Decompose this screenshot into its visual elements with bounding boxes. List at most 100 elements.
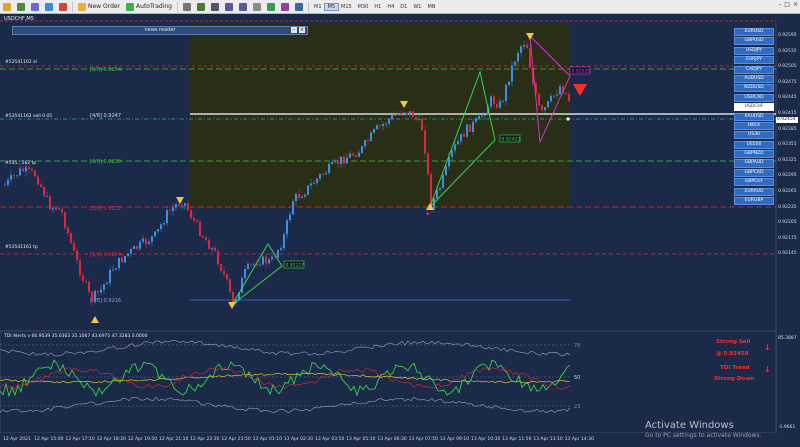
profiles-icon[interactable] — [28, 1, 42, 13]
save-icon[interactable] — [14, 1, 28, 13]
timeframe-m5[interactable]: M5 — [323, 2, 339, 11]
mt4-window: New Order AutoTrading M1 M5 M15 M30 H1 H4 D1 W1… — [0, 0, 800, 447]
price-tick-label: 0.92145 — [778, 251, 797, 257]
candle-body — [181, 205, 183, 207]
autotrading-label: AutoTrading — [136, 3, 172, 10]
symbol-button-cadjpy[interactable]: CADJPY — [734, 65, 774, 74]
news-close-icon[interactable]: × — [299, 27, 305, 33]
symbol-button-eurgbp[interactable]: EURGBP — [734, 197, 774, 206]
timeframe-h4[interactable]: H4 — [384, 4, 397, 10]
price-tick-label: 0.92355 — [778, 142, 797, 148]
candle-body — [223, 270, 225, 275]
candle-body — [556, 94, 558, 96]
timeframe-h1[interactable]: H1 — [371, 4, 384, 10]
candle-body — [196, 220, 198, 223]
symbol-button-gbpcad[interactable]: GBPCAD — [734, 168, 774, 177]
time-tick-label: 13 Apr 03:50 — [315, 437, 345, 442]
candle-body — [568, 94, 570, 102]
candle-body — [502, 100, 504, 102]
bar-chart-icon[interactable] — [180, 1, 194, 13]
symbol-button-hkex[interactable]: HKEX — [734, 121, 774, 130]
time-tick-label: 12 Apr 15:00 — [34, 437, 64, 442]
candle-body — [484, 114, 486, 116]
candle-body — [172, 207, 174, 211]
timeframe-w1[interactable]: W1 — [410, 4, 424, 10]
candle-body — [400, 113, 402, 115]
candle-body — [346, 157, 348, 164]
price-dot-icon — [566, 117, 570, 121]
symbol-button-us30[interactable]: US30 — [734, 131, 774, 140]
timeframe-m1[interactable]: M1 — [311, 4, 325, 10]
new-order-button[interactable]: New Order — [75, 1, 123, 13]
symbol-button-eurusd[interactable]: EURUSD — [734, 28, 774, 37]
symbol-button-us500[interactable]: US500 — [734, 140, 774, 149]
candle-body — [145, 238, 147, 245]
symbol-button-gbpaud[interactable]: GBPAUD — [734, 159, 774, 168]
order-sell-label: #53541162 sell 0.05 — [5, 114, 53, 119]
restore-icon[interactable]: □ — [784, 1, 790, 8]
tile-icon[interactable] — [250, 1, 264, 13]
price-tick-label: 0.92175 — [778, 235, 797, 241]
candle-body — [91, 291, 93, 302]
symbol-button-gbpnzd[interactable]: GBPNZD — [734, 150, 774, 159]
candle-body — [343, 156, 345, 164]
candle-body — [79, 260, 81, 276]
symbol-button-nzdusd[interactable]: NZDUSD — [734, 84, 774, 93]
timeframe-m15[interactable]: M15 — [338, 4, 355, 10]
candle-body — [526, 44, 528, 49]
news-minimize-icon[interactable]: – — [291, 27, 297, 33]
zoom-in-icon[interactable] — [222, 1, 236, 13]
time-tick-label: 12 Apr 22:30 — [190, 437, 220, 442]
time-tick-label: 13 Apr 11:50 — [502, 437, 532, 442]
candle-body — [109, 270, 111, 283]
time-tick-label: 13 Apr 13:10 — [533, 437, 563, 442]
close-icon[interactable]: × — [793, 1, 798, 8]
price-chart[interactable]: [5/8] 0.9254 [4/8] 0.9247 [3/8] 0.9239 [2/8… — [0, 14, 800, 447]
line-chart-icon[interactable] — [208, 1, 222, 13]
candle-chart-icon[interactable] — [194, 1, 208, 13]
timeframe-d1[interactable]: D1 — [397, 4, 410, 10]
candle-body — [286, 220, 288, 235]
order-sl-label: #53541162 sl — [5, 60, 37, 65]
supply-zone — [190, 23, 570, 208]
news-reader-panel[interactable]: news reader – × — [12, 26, 308, 35]
symbol-button-gbpusd[interactable]: GBPUSD — [734, 37, 774, 46]
symbol-button-eurjpy[interactable]: EURJPY — [734, 56, 774, 65]
candle-body — [295, 194, 297, 202]
timeframe-mn[interactable]: MN — [424, 4, 438, 10]
candle-body — [205, 237, 207, 241]
indicators-icon[interactable] — [278, 1, 292, 13]
candle-body — [289, 214, 291, 221]
candle-body — [520, 46, 522, 53]
candle-body — [466, 124, 468, 137]
symbol-button-gbpchf[interactable]: GBPCHF — [734, 178, 774, 187]
candle-body — [376, 125, 378, 130]
price-tick-label: 0.92295 — [778, 173, 797, 179]
candle-body — [25, 167, 27, 172]
candle-body — [31, 168, 33, 171]
symbol-button-usdcad[interactable]: USDCAD — [734, 93, 774, 102]
fib-level-label: [3/8] 0.9239 — [90, 159, 121, 165]
candle-body — [490, 96, 492, 107]
autoscroll-icon[interactable] — [264, 1, 278, 13]
symbol-button-usdchf[interactable]: USDCHF — [734, 103, 774, 112]
candle-body — [415, 117, 417, 120]
candle-body — [241, 278, 243, 293]
open-icon[interactable] — [0, 1, 14, 13]
navigator-icon[interactable] — [42, 1, 56, 13]
autotrading-button[interactable]: AutoTrading — [123, 1, 175, 13]
symbol-button-usdjpy[interactable]: USDJPY — [734, 46, 774, 55]
timeframe-m30[interactable]: M30 — [355, 4, 372, 10]
symbol-button-euraud[interactable]: EURAUD — [734, 187, 774, 196]
candle-body — [199, 222, 201, 236]
symbol-button-xauusd[interactable]: XAUUSD — [734, 112, 774, 121]
zoom-out-icon[interactable] — [236, 1, 250, 13]
symbol-button-audusd[interactable]: AUDUSD — [734, 74, 774, 84]
main-toolbar: New Order AutoTrading M1 M5 M15 M30 H1 H4 D1 W1… — [0, 0, 800, 14]
minimize-icon[interactable]: – — [778, 1, 781, 8]
tdi-axis-extreme: -1.9661 — [778, 425, 796, 430]
price-tick-label: 0.92235 — [778, 204, 797, 210]
templates-icon[interactable] — [292, 1, 306, 13]
terminal-icon[interactable] — [56, 1, 70, 13]
candle-body — [304, 194, 306, 197]
